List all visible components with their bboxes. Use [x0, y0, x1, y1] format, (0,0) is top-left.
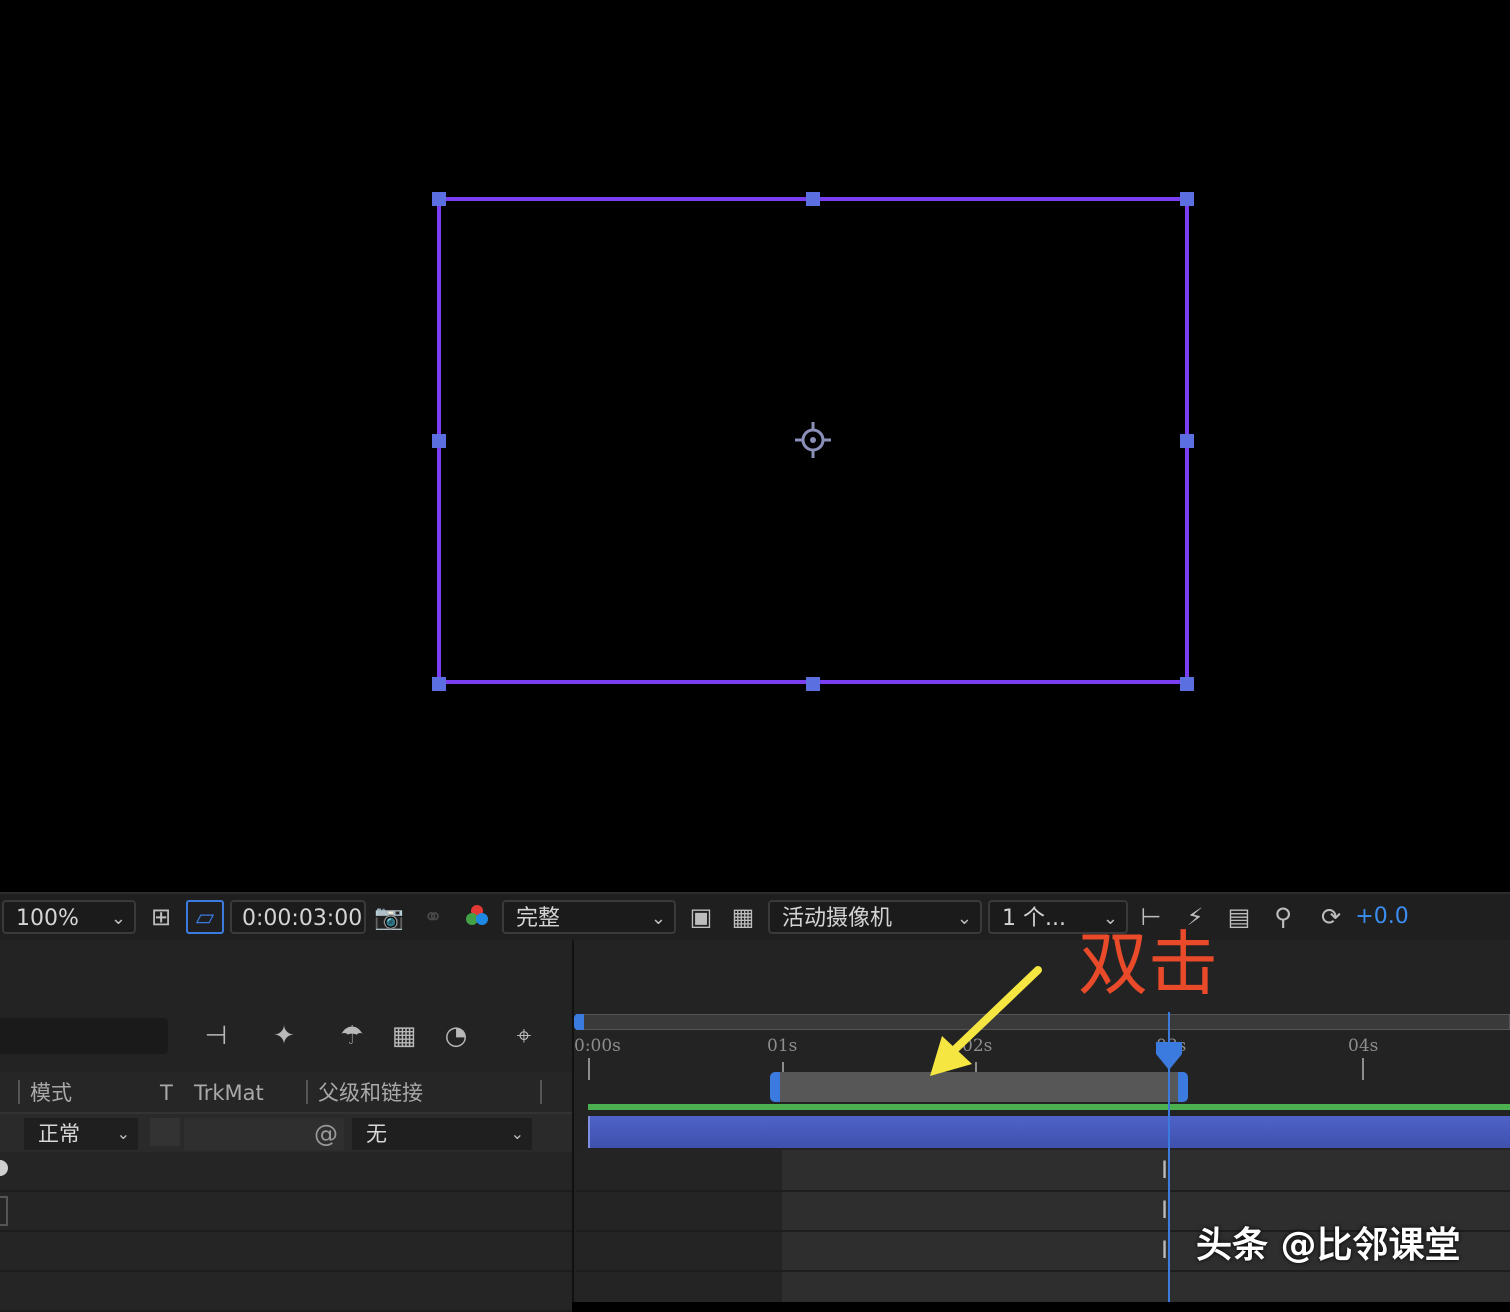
- handle-top-left[interactable]: [432, 192, 446, 206]
- frame-blending-icon[interactable]: ▦: [384, 1018, 424, 1054]
- ruler-label: 04s: [1348, 1036, 1379, 1056]
- keyframe-marker-icon[interactable]: I: [1161, 1236, 1168, 1264]
- playhead-icon[interactable]: [1154, 1040, 1184, 1074]
- reset-exposure-icon[interactable]: ⟳: [1314, 902, 1348, 932]
- chevron-down-icon: ⌄: [116, 1124, 130, 1143]
- draft-3d-icon[interactable]: ✦: [264, 1018, 304, 1054]
- column-trkmat[interactable]: TrkMat: [194, 1072, 264, 1112]
- handle-middle-left[interactable]: [432, 434, 446, 448]
- column-mode[interactable]: 模式: [30, 1072, 72, 1112]
- current-time-display[interactable]: 0:00:03:00: [230, 900, 366, 934]
- property-row[interactable]: [0, 1192, 572, 1232]
- layer-duration-bar[interactable]: [588, 1116, 1510, 1148]
- composition-mini-flowchart-icon[interactable]: ⊣: [196, 1018, 236, 1054]
- chevron-down-icon: ⌄: [650, 908, 666, 929]
- fast-previews-icon[interactable]: ▣: [684, 902, 718, 932]
- views-value: 1 个...: [1002, 906, 1066, 931]
- work-area-end-handle[interactable]: [1178, 1072, 1188, 1102]
- handle-bottom-center[interactable]: [806, 677, 820, 691]
- track-divider: [576, 1190, 1510, 1192]
- panel-divider[interactable]: [572, 940, 574, 1302]
- resolution-value: 完整: [516, 906, 561, 931]
- annotation-arrow-icon: [930, 966, 1042, 1076]
- property-field[interactable]: [0, 1196, 8, 1226]
- track-divider: [576, 1270, 1510, 1272]
- render-cache-bar: [588, 1104, 1510, 1110]
- transparency-grid-icon[interactable]: ▦: [726, 902, 760, 932]
- blend-mode-value: 正常: [38, 1122, 80, 1146]
- show-snapshot-icon[interactable]: ⚭: [416, 902, 450, 932]
- keyframe-marker-icon[interactable]: I: [1161, 1196, 1168, 1224]
- layer-search-input[interactable]: [0, 1018, 168, 1054]
- camera-snapshot-icon[interactable]: 📷: [372, 902, 406, 932]
- composition-viewer[interactable]: [0, 0, 1510, 892]
- handle-middle-right[interactable]: [1180, 434, 1194, 448]
- resolution-dropdown[interactable]: 完整 ⌄: [502, 900, 676, 934]
- chevron-down-icon: ⌄: [956, 908, 972, 929]
- layer-row[interactable]: 正常 ⌄ @ 无 ⌄: [0, 1114, 572, 1152]
- work-area-start-handle[interactable]: [770, 1072, 780, 1102]
- parent-dropdown[interactable]: 无 ⌄: [352, 1118, 532, 1150]
- rgb-channels-icon[interactable]: [460, 902, 494, 932]
- pick-whip-icon[interactable]: @: [314, 1118, 338, 1150]
- navigator-start-handle[interactable]: [574, 1014, 584, 1030]
- zoom-dropdown[interactable]: 100% ⌄: [2, 900, 136, 934]
- property-row[interactable]: [0, 1152, 572, 1192]
- exposure-value[interactable]: +0.0: [1352, 902, 1412, 932]
- ruler-tick: [588, 1058, 590, 1080]
- column-parent[interactable]: 父级和链接: [318, 1072, 423, 1112]
- blend-mode-dropdown[interactable]: 正常 ⌄: [24, 1118, 138, 1150]
- column-t[interactable]: T: [160, 1072, 173, 1112]
- annotation-label: 双击: [1078, 923, 1218, 1005]
- timeline-column-headers: 模式 T TrkMat 父级和链接: [0, 1072, 572, 1114]
- handle-bottom-right[interactable]: [1180, 677, 1194, 691]
- region-of-interest-icon[interactable]: ⊞: [144, 902, 178, 932]
- handle-top-right[interactable]: [1180, 192, 1194, 206]
- trkmat-swatch[interactable]: [150, 1118, 180, 1146]
- ruler-tick: [782, 1062, 784, 1072]
- watermark: 头条 @比邻课堂: [1196, 1225, 1461, 1266]
- chevron-down-icon: ⌄: [510, 1124, 524, 1143]
- ruler-label: 01s: [767, 1036, 798, 1056]
- timecode-value: 0:00:03:00: [242, 906, 363, 931]
- hide-shy-layers-icon[interactable]: ☂: [332, 1018, 372, 1054]
- motion-blur-icon[interactable]: ◔: [436, 1018, 476, 1054]
- handle-top-center[interactable]: [806, 192, 820, 206]
- camera-view-dropdown[interactable]: 活动摄像机 ⌄: [768, 900, 982, 934]
- column-divider: [306, 1080, 308, 1104]
- handle-bottom-left[interactable]: [432, 677, 446, 691]
- ruler-tick: [1362, 1058, 1364, 1080]
- camera-value: 活动摄像机: [782, 906, 893, 931]
- property-row[interactable]: [0, 1272, 572, 1312]
- graph-editor-icon[interactable]: ⌖: [504, 1018, 544, 1054]
- column-divider: [540, 1080, 542, 1104]
- zoom-value: 100%: [16, 906, 79, 931]
- timeline-icon[interactable]: ▤: [1222, 902, 1256, 932]
- property-row[interactable]: [0, 1232, 572, 1272]
- chevron-down-icon: ⌄: [110, 908, 126, 929]
- keyframe-marker-icon[interactable]: I: [1161, 1156, 1168, 1184]
- anchor-point-icon[interactable]: [794, 421, 832, 459]
- mask-path-toggle-icon[interactable]: ▱: [186, 900, 224, 934]
- parent-value: 无: [366, 1122, 387, 1146]
- twirl-icon[interactable]: [0, 1160, 8, 1176]
- ruler-label: 0:00s: [574, 1036, 621, 1056]
- column-divider: [18, 1080, 20, 1104]
- viewer-toolbar: 100% ⌄ ⊞ ▱ 0:00:03:00 📷 ⚭ 完整 ⌄ ▣ ▦ 活动摄像机…: [0, 892, 1510, 942]
- flowchart-icon[interactable]: ⚲: [1266, 902, 1300, 932]
